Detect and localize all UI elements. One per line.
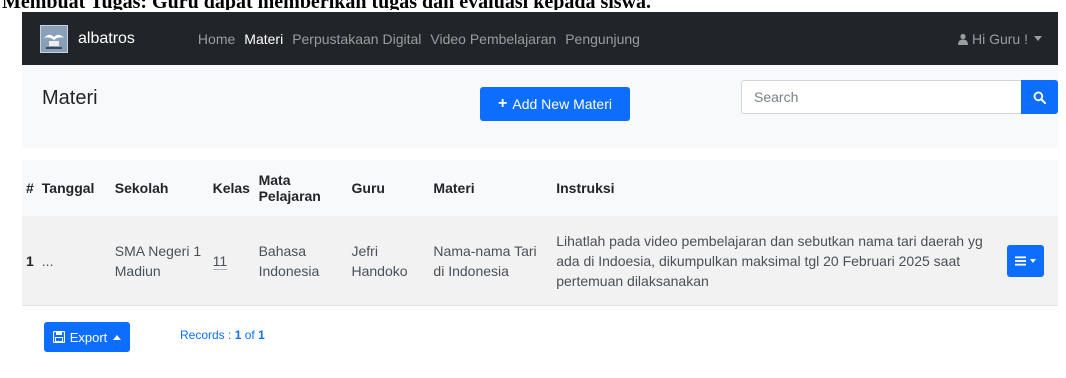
nav-link-materi[interactable]: Materi [244, 31, 283, 47]
table-header-row: # Tanggal Sekolah Kelas Mata Pelajaran G… [22, 160, 1058, 216]
add-new-materi-button[interactable]: + Add New Materi [480, 87, 630, 121]
add-new-materi-label: Add New Materi [512, 96, 612, 112]
records-current: 1 [234, 328, 242, 342]
nav-link-video-pembelajaran[interactable]: Video Pembelajaran [430, 31, 556, 47]
header-instruksi: Instruksi [556, 180, 615, 196]
records-label: Records : [180, 328, 232, 342]
nav-link-perpustakaan-digital[interactable]: Perpustakaan Digital [292, 31, 421, 47]
materi-header-panel: Materi + Add New Materi [22, 65, 1058, 148]
records-total: 1 [258, 328, 265, 342]
nav-link-pengunjung[interactable]: Pengunjung [565, 31, 640, 47]
records-of: of [244, 328, 255, 342]
cell-sekolah: SMA Negeri 1 Madiun [114, 242, 202, 279]
plus-icon: + [498, 95, 508, 112]
brand-name: albatros [78, 29, 135, 47]
records-counter: Records : 1 of 1 [180, 328, 265, 342]
cell-mata-pelajaran: Bahasa Indonesia [258, 242, 320, 279]
document-caption: Membuat Tugas: Guru dapat memberikan tug… [0, 0, 1066, 10]
header-mata-pelajaran: Mata Pelajaran [258, 172, 321, 204]
header-kelas: Kelas [212, 180, 250, 196]
search-button[interactable] [1021, 80, 1058, 114]
row-actions-button[interactable] [1006, 244, 1044, 277]
export-button[interactable]: Export [44, 322, 130, 352]
cell-kelas-value: 11 [212, 252, 228, 270]
page-title: Materi [42, 87, 98, 109]
search-input[interactable] [741, 80, 1021, 114]
export-label: Export [69, 329, 108, 345]
header-guru: Guru [351, 180, 385, 196]
materi-table: # Tanggal Sekolah Kelas Mata Pelajaran G… [22, 160, 1058, 305]
chevron-down-icon [1034, 36, 1042, 41]
cell-kelas: 11 [209, 216, 255, 305]
user-menu[interactable]: Hi Guru ! [957, 31, 1042, 47]
cell-guru: Jefri Handoko [351, 242, 408, 279]
header-materi: Materi [433, 180, 475, 196]
cell-tanggal: ... [41, 252, 54, 269]
nav-links: Home Materi Perpustakaan Digital Video P… [198, 31, 649, 47]
menu-icon [1014, 255, 1026, 266]
table-row: 1 ... SMA Negeri 1 Madiun 11 Bahasa Indo… [22, 216, 1058, 305]
header-tanggal: Tanggal [41, 180, 95, 196]
header-sekolah: Sekolah [114, 180, 169, 196]
top-navbar: albatros Home Materi Perpustakaan Digita… [22, 12, 1058, 65]
cell-instruksi: Lihatlah pada video pembelajaran dan seb… [556, 232, 983, 289]
chevron-down-icon [1029, 258, 1036, 263]
user-greeting: Hi Guru ! [971, 30, 1028, 47]
cell-actions [1003, 216, 1058, 305]
footer-divider [22, 305, 1058, 306]
chevron-up-icon [113, 334, 122, 340]
search-icon [1033, 91, 1046, 104]
brand[interactable]: albatros [40, 24, 135, 53]
nav-link-home[interactable]: Home [198, 31, 235, 47]
save-icon [52, 331, 65, 343]
albatros-logo-icon [40, 24, 68, 53]
cell-no: 1 [26, 252, 34, 269]
header-no: # [26, 180, 34, 196]
cell-materi: Nama-nama Tari di Indonesia [433, 242, 537, 279]
header-actions [1003, 160, 1058, 216]
user-icon [957, 33, 968, 45]
